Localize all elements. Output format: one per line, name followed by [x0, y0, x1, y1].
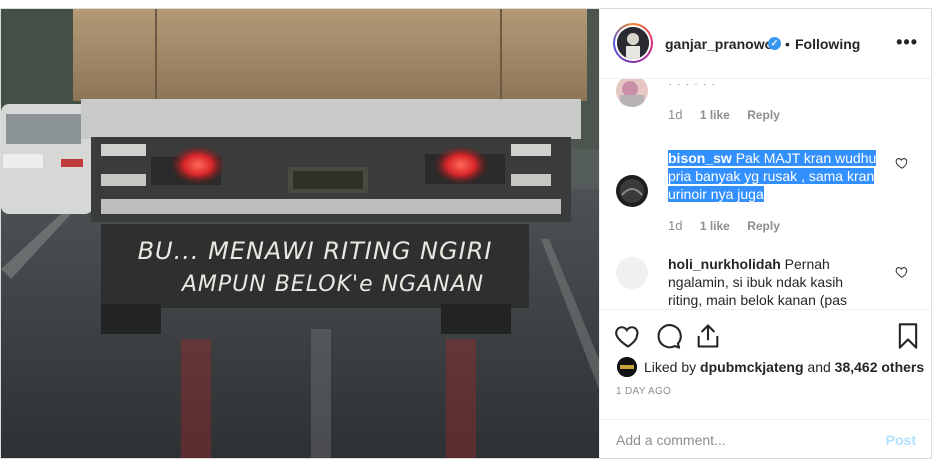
bookmark-icon[interactable] [894, 322, 922, 350]
following-button[interactable]: Following [795, 36, 860, 52]
heart-icon[interactable] [614, 322, 642, 350]
post-date[interactable]: 1 DAY AGO [616, 386, 671, 397]
comment-like-heart-icon[interactable] [895, 156, 909, 170]
comment-avatar[interactable] [616, 79, 648, 107]
share-icon[interactable] [694, 322, 722, 350]
comment-text-clipped: · · · · · · [668, 79, 878, 85]
verified-badge-icon: ✓ [768, 37, 781, 50]
likes-connector: and [807, 359, 831, 375]
truck-text-line2: AMPUN BELOK'e NGANAN [180, 272, 484, 297]
comment-username[interactable]: holi_nurkholidah [668, 256, 781, 272]
comment-meta: 1d 1 like Reply [668, 218, 794, 233]
author-username[interactable]: ganjar_pranowo [665, 36, 773, 52]
comment-reply-button[interactable]: Reply [747, 219, 780, 233]
likes-count[interactable]: 38,462 others [835, 359, 925, 375]
post-header: ganjar_pranowo ✓ • Following ••• [600, 9, 932, 79]
post-actions: Liked by dpubmckjateng and 38,462 others… [600, 309, 932, 419]
comment-reply-button[interactable]: Reply [747, 108, 780, 122]
comment-likes[interactable]: 1 like [700, 108, 730, 122]
post-comment-button[interactable]: Post [886, 432, 916, 448]
likes-summary: Liked by dpubmckjateng and 38,462 others [644, 359, 924, 375]
post-container: BU... MENAWI RITING NGIRI AMPUN BELOK'e … [0, 8, 932, 459]
liker-avatar[interactable] [617, 357, 637, 377]
comment-username[interactable]: bison_sw [668, 150, 732, 166]
truck-text-line1: BU... MENAWI RITING NGIRI [138, 237, 493, 265]
more-options-icon[interactable]: ••• [896, 32, 918, 53]
likes-prefix: Liked by [644, 359, 697, 375]
comment-likes[interactable]: 1 like [700, 219, 730, 233]
liker-username[interactable]: dpubmckjateng [700, 359, 803, 375]
comment-meta: 1d 1 like Reply [668, 107, 794, 122]
comment-avatar[interactable] [616, 175, 648, 207]
header-separator: • [785, 36, 790, 52]
add-comment-bar: Post [600, 419, 932, 458]
comments-list: · · · · · · 1d 1 like Reply bison_sw Pak… [600, 79, 932, 309]
comment-icon[interactable] [654, 322, 682, 350]
post-sidebar: ganjar_pranowo ✓ • Following ••• · · · ·… [599, 9, 932, 458]
comment-time: 1d [668, 218, 683, 233]
comment-time: 1d [668, 107, 683, 122]
post-image[interactable]: BU... MENAWI RITING NGIRI AMPUN BELOK'e … [1, 9, 599, 458]
comment-like-heart-icon[interactable] [895, 265, 909, 279]
author-avatar[interactable] [613, 23, 653, 63]
add-comment-input[interactable] [616, 432, 866, 448]
comment-body: bison_sw Pak MAJT kran wudhu pria banyak… [668, 149, 878, 203]
comment-body: holi_nurkholidah Pernah ngalamin, si ibu… [668, 255, 878, 309]
comment-avatar[interactable] [616, 257, 648, 289]
